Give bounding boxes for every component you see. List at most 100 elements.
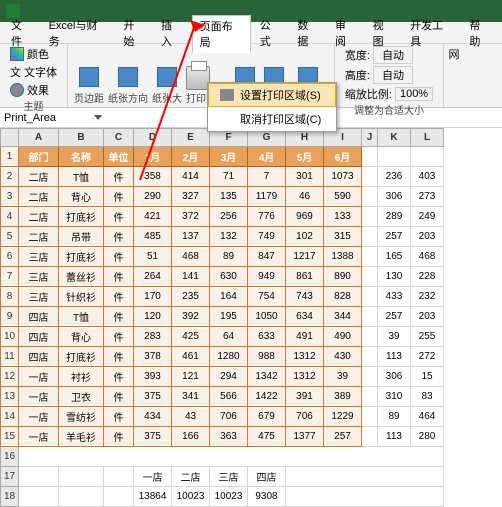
menu-帮助[interactable]: 帮助 (462, 15, 498, 51)
cell[interactable]: 280 (411, 427, 444, 447)
size-label[interactable]: 纸张大 (152, 90, 182, 105)
cell[interactable]: 475 (248, 427, 286, 447)
cell[interactable]: 39 (324, 367, 362, 387)
cell[interactable] (362, 307, 378, 327)
cell[interactable]: 121 (172, 367, 210, 387)
sum-label[interactable]: 三店 (210, 467, 248, 487)
cell[interactable]: 39 (378, 327, 411, 347)
table-header[interactable]: 部门 (19, 147, 59, 167)
cell[interactable]: 290 (134, 187, 172, 207)
sum-label[interactable]: 一店 (134, 467, 172, 487)
cell[interactable]: 706 (210, 407, 248, 427)
cell[interactable]: 630 (210, 267, 248, 287)
cell[interactable]: 232 (411, 287, 444, 307)
cell[interactable]: 件 (104, 207, 134, 227)
cell[interactable]: 二店 (19, 167, 59, 187)
cell[interactable]: 743 (286, 287, 324, 307)
margin-icon[interactable] (79, 67, 99, 87)
cell[interactable]: 蕾丝衫 (59, 267, 104, 287)
cell[interactable]: 1312 (286, 367, 324, 387)
col-hdr-C[interactable]: C (104, 129, 134, 147)
cell[interactable]: 828 (324, 287, 362, 307)
cell[interactable]: 485 (134, 227, 172, 247)
table-header[interactable]: 单位 (104, 147, 134, 167)
cell[interactable]: 羊毛衫 (59, 427, 104, 447)
gridlines-label[interactable]: 网 (449, 46, 460, 62)
cell[interactable]: 雪纺衫 (59, 407, 104, 427)
col-hdr-[interactable] (1, 129, 19, 147)
sum-value[interactable]: 13864 (134, 487, 172, 507)
cell[interactable]: 一店 (19, 387, 59, 407)
cell[interactable]: 969 (286, 207, 324, 227)
cell[interactable]: 7 (248, 167, 286, 187)
cell[interactable]: 三店 (19, 287, 59, 307)
cell[interactable]: 468 (172, 247, 210, 267)
cell[interactable]: 464 (411, 407, 444, 427)
cell[interactable]: 264 (134, 267, 172, 287)
zoom-value[interactable]: 100% (395, 87, 433, 101)
cell[interactable] (362, 287, 378, 307)
cell[interactable]: 15 (411, 367, 444, 387)
sum-value[interactable]: 10023 (210, 487, 248, 507)
cell[interactable]: 46 (286, 187, 324, 207)
row-hdr-16[interactable]: 16 (1, 447, 19, 467)
cell[interactable]: 490 (324, 327, 362, 347)
row-hdr-13[interactable]: 13 (1, 387, 19, 407)
cell[interactable]: 1280 (210, 347, 248, 367)
cell[interactable]: 打底衫 (59, 247, 104, 267)
cell[interactable]: 341 (172, 387, 210, 407)
cell[interactable]: 195 (210, 307, 248, 327)
cell[interactable]: 89 (210, 247, 248, 267)
cell[interactable]: 315 (324, 227, 362, 247)
cell[interactable]: 一店 (19, 427, 59, 447)
cell[interactable] (362, 427, 378, 447)
row-hdr-11[interactable]: 11 (1, 347, 19, 367)
cell[interactable]: 二店 (19, 207, 59, 227)
row-hdr-7[interactable]: 7 (1, 267, 19, 287)
colors-label[interactable]: 颜色 (27, 46, 49, 62)
cell[interactable]: 件 (104, 267, 134, 287)
cell[interactable]: 327 (172, 187, 210, 207)
height-value[interactable]: 自动 (373, 66, 413, 84)
cell[interactable]: 二店 (19, 227, 59, 247)
orient-icon[interactable] (118, 67, 138, 87)
size-icon[interactable] (157, 67, 177, 87)
margin-label[interactable]: 页边距 (74, 90, 104, 105)
row-hdr-10[interactable]: 10 (1, 327, 19, 347)
table-header[interactable]: 2月 (172, 147, 210, 167)
cell[interactable]: 件 (104, 287, 134, 307)
row-hdr-15[interactable]: 15 (1, 427, 19, 447)
cell[interactable]: 卫衣 (59, 387, 104, 407)
cell[interactable]: 二店 (19, 187, 59, 207)
col-hdr-J[interactable]: J (362, 129, 378, 147)
col-hdr-E[interactable]: E (172, 129, 210, 147)
cell[interactable]: 344 (324, 307, 362, 327)
cell[interactable] (362, 187, 378, 207)
cell[interactable]: 1179 (248, 187, 286, 207)
cell[interactable]: 打底衫 (59, 347, 104, 367)
cell[interactable]: 件 (104, 187, 134, 207)
cell[interactable] (362, 347, 378, 367)
cell[interactable]: 三店 (19, 267, 59, 287)
cell[interactable]: 四店 (19, 327, 59, 347)
cell[interactable]: 988 (248, 347, 286, 367)
cell[interactable]: 749 (248, 227, 286, 247)
col-hdr-K[interactable]: K (378, 129, 411, 147)
cell[interactable]: 378 (134, 347, 172, 367)
cell[interactable]: 306 (378, 187, 411, 207)
cell[interactable]: 件 (104, 427, 134, 447)
cell[interactable]: 166 (172, 427, 210, 447)
sum-label[interactable]: 二店 (172, 467, 210, 487)
cell[interactable]: 1217 (286, 247, 324, 267)
cell[interactable]: 235 (172, 287, 210, 307)
cell[interactable]: 件 (104, 227, 134, 247)
row-hdr-12[interactable]: 12 (1, 367, 19, 387)
cell[interactable]: 375 (134, 387, 172, 407)
cell[interactable]: 164 (210, 287, 248, 307)
cell[interactable]: 203 (411, 307, 444, 327)
row-hdr-4[interactable]: 4 (1, 207, 19, 227)
cell[interactable] (362, 327, 378, 347)
cell[interactable]: 203 (411, 227, 444, 247)
menu-页面布局[interactable]: 页面布局 (192, 15, 251, 53)
table-header[interactable]: 名称 (59, 147, 104, 167)
